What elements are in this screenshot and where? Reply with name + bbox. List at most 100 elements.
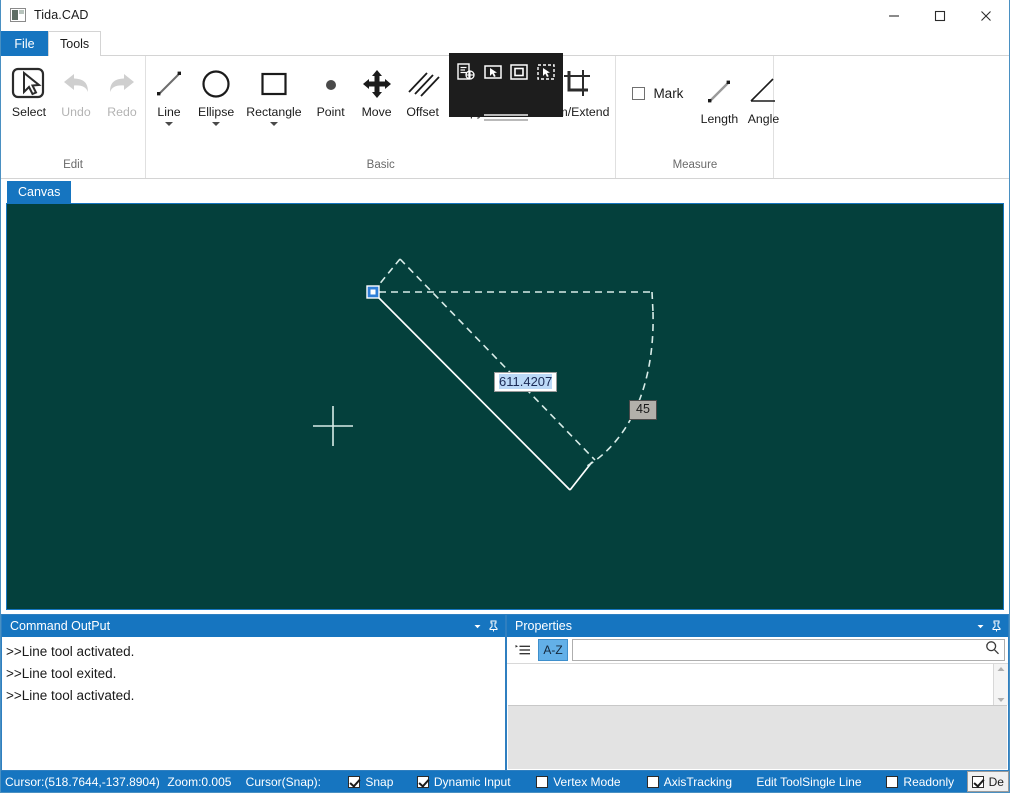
tab-canvas[interactable]: Canvas (7, 181, 72, 203)
pin-icon[interactable] (988, 617, 1004, 635)
scroll-up-icon (997, 667, 1005, 671)
overlay-toolbar-grip (484, 114, 528, 124)
properties-grid[interactable] (507, 663, 1008, 705)
length-button[interactable]: Length (697, 72, 741, 126)
readonly-label: Readonly (903, 774, 955, 789)
status-toggle-vertex-mode[interactable]: Vertex Mode (536, 775, 647, 789)
length-icon (702, 72, 736, 110)
status-toggle-snap[interactable]: Snap (348, 775, 416, 789)
status-toggle-dynamic-input[interactable]: Dynamic Input (416, 774, 536, 789)
pin-icon[interactable] (485, 617, 501, 635)
dimension-input[interactable]: 611.4207 (494, 372, 558, 392)
close-icon[interactable] (963, 0, 1009, 31)
status-edit-tool: Edit ToolSingle Line (756, 774, 862, 789)
properties-search-field[interactable] (572, 639, 1005, 661)
offset-icon (406, 65, 440, 103)
drawing-canvas[interactable]: 611.4207 45 (6, 203, 1004, 610)
tab-file[interactable]: File (1, 31, 48, 56)
ellipse-button[interactable]: Ellipse (192, 63, 240, 126)
rectangle-label: Rectangle (246, 105, 302, 119)
command-output-body[interactable]: >>Line tool activated. >>Line tool exite… (2, 637, 505, 770)
length-label: Length (700, 112, 739, 126)
offset-label: Offset (406, 105, 439, 119)
angle-arc (586, 311, 654, 467)
sort-alphabetical-button[interactable]: A-Z (538, 639, 568, 661)
undo-label: Undo (61, 105, 91, 119)
line-button[interactable]: Line (146, 63, 192, 126)
offset-button[interactable]: Offset (400, 63, 446, 119)
window-title: Tida.CAD (34, 8, 89, 22)
application-window: Tida.CAD File Tools Select Undo Redo Edi… (0, 0, 1010, 793)
point-icon (314, 65, 348, 103)
angle-value: 45 (636, 402, 650, 416)
properties-panel: Properties A-Z (506, 614, 1009, 771)
snap-label: Snap (365, 774, 394, 789)
minimize-icon[interactable] (871, 0, 917, 31)
title-bar: Tida.CAD (1, 0, 1009, 31)
axis-tracking-checkbox[interactable] (646, 775, 659, 788)
properties-toolbar: A-Z (507, 637, 1008, 663)
vertex-mode-label: Vertex Mode (553, 774, 621, 789)
readonly-checkbox[interactable] (886, 775, 899, 788)
command-output-line: >>Line tool exited. (6, 666, 117, 681)
window-controls (871, 0, 1009, 31)
select-button[interactable]: Select (5, 63, 53, 119)
angle-value-tag[interactable]: 45 (629, 400, 657, 420)
status-zoom-level: Zoom:0.005 (167, 774, 232, 789)
chevron-down-icon[interactable] (972, 617, 988, 635)
categorized-view-icon[interactable] (510, 639, 536, 661)
status-toggle-default[interactable]: De (966, 771, 1009, 792)
ribbon-group-edit: Select Undo Redo Edit (1, 56, 146, 178)
mark-checkbox-box (632, 87, 646, 100)
maximize-icon[interactable] (917, 0, 963, 31)
tab-tools[interactable]: Tools (48, 31, 102, 56)
scroll-down-icon (997, 698, 1005, 702)
mark-checkbox[interactable]: Mark (616, 72, 697, 101)
search-icon[interactable] (985, 640, 1000, 660)
dynamic-input-label: Dynamic Input (433, 774, 511, 789)
line-dropdown-icon[interactable] (165, 122, 173, 126)
mark-label: Mark (653, 86, 684, 101)
ellipse-icon (199, 65, 233, 103)
properties-grid-rows (507, 664, 993, 705)
default-label: De (988, 774, 1004, 789)
line-icon (152, 65, 186, 103)
point-button[interactable]: Point (308, 63, 354, 119)
move-arrows-icon (360, 65, 394, 103)
ribbon-group-measure-label: Measure (672, 159, 718, 171)
select-window-icon[interactable] (481, 60, 505, 84)
status-bar: Cursor:(518.7644,-137.8904) Zoom:0.005 C… (1, 771, 1009, 792)
ribbon-group-edit-label: Edit (63, 159, 83, 171)
point-label: Point (316, 105, 345, 119)
rectangle-button[interactable]: Rectangle (240, 63, 307, 126)
dynamic-input-checkbox[interactable] (416, 775, 429, 788)
axis-tracking-label: AxisTracking (663, 774, 732, 789)
command-output-header: Command OutPut (2, 615, 505, 637)
insert-object-icon[interactable] (454, 60, 478, 84)
command-output-panel: Command OutPut >>Line tool activated. >>… (1, 614, 506, 771)
search-input[interactable] (577, 642, 985, 658)
select-crossing-icon[interactable] (534, 60, 558, 84)
command-output-title: Command OutPut (10, 619, 111, 633)
rectangle-icon (257, 65, 291, 103)
properties-scrollbar[interactable] (993, 664, 1008, 705)
default-checkbox[interactable] (971, 775, 984, 788)
ellipse-dropdown-icon[interactable] (212, 122, 221, 126)
rectangle-dropdown-icon[interactable] (269, 122, 278, 126)
redo-button[interactable]: Redo (99, 63, 145, 119)
undo-button[interactable]: Undo (53, 63, 99, 119)
selection-mode-overlay-toolbar (449, 53, 563, 91)
snap-checkbox[interactable] (348, 775, 361, 788)
dimension-input-value: 611.4207 (499, 374, 553, 389)
select-frame-icon[interactable] (507, 60, 531, 84)
ribbon: Select Undo Redo Edit Line Ellipse Recta… (1, 53, 1009, 179)
undo-arrow-icon (59, 65, 93, 103)
vertex-mode-checkbox[interactable] (536, 775, 549, 788)
status-toggle-readonly[interactable]: Readonly (886, 775, 966, 789)
status-toggle-axis-tracking[interactable]: AxisTracking (646, 774, 757, 789)
status-cursor-snap: Cursor(Snap): (245, 774, 322, 789)
move-button[interactable]: Move (354, 63, 400, 119)
ribbon-group-measure: Mark Length Angle Measure (616, 56, 779, 178)
select-cursor-icon (11, 65, 47, 103)
chevron-down-icon[interactable] (469, 617, 485, 635)
